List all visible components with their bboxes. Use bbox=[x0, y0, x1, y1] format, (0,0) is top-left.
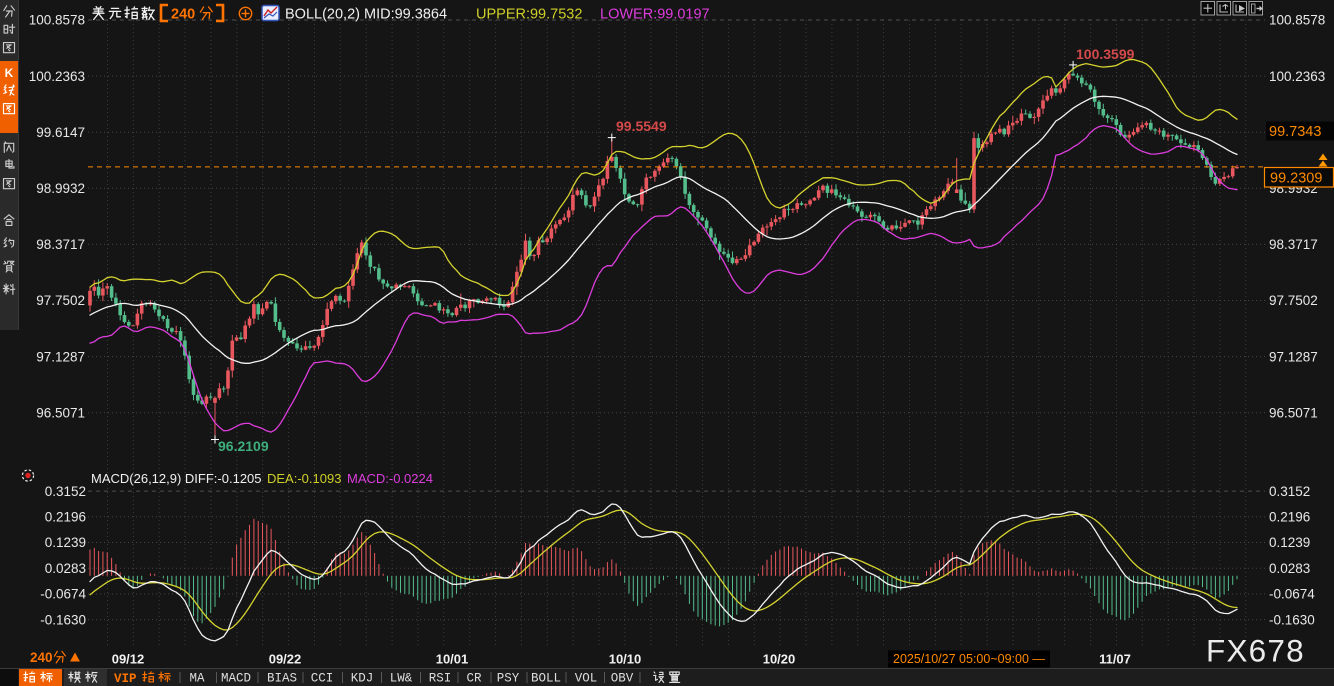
svg-text:CR: CR bbox=[466, 672, 482, 686]
svg-text:-0.0674: -0.0674 bbox=[1269, 587, 1315, 602]
svg-text:100.2363: 100.2363 bbox=[29, 69, 85, 84]
svg-text:0.3152: 0.3152 bbox=[45, 484, 86, 499]
svg-text:10/20: 10/20 bbox=[763, 652, 796, 667]
svg-text:OBV: OBV bbox=[611, 672, 634, 686]
svg-text:RSI: RSI bbox=[429, 672, 452, 686]
svg-text:-0.0674: -0.0674 bbox=[40, 587, 86, 602]
svg-text:0.2196: 0.2196 bbox=[45, 510, 86, 525]
svg-text:100.8578: 100.8578 bbox=[29, 13, 85, 28]
svg-text:LW&: LW& bbox=[390, 672, 413, 686]
svg-text:99.6147: 99.6147 bbox=[36, 125, 85, 140]
svg-text:0.3152: 0.3152 bbox=[1269, 484, 1310, 499]
svg-text:KDJ: KDJ bbox=[351, 672, 374, 686]
svg-text:VIP: VIP bbox=[114, 672, 137, 686]
svg-text:0.1239: 0.1239 bbox=[1269, 535, 1310, 550]
svg-text:09/22: 09/22 bbox=[269, 652, 302, 667]
svg-text:BOLL(20,2) MID:99.3864: BOLL(20,2) MID:99.3864 bbox=[285, 7, 447, 23]
svg-text:96.5071: 96.5071 bbox=[36, 405, 85, 420]
svg-text:99.5549: 99.5549 bbox=[616, 118, 667, 134]
svg-text:97.1287: 97.1287 bbox=[1269, 349, 1318, 364]
svg-text:96.5071: 96.5071 bbox=[1269, 405, 1318, 420]
svg-text:100.3599: 100.3599 bbox=[1076, 46, 1135, 62]
svg-text:10/01: 10/01 bbox=[436, 652, 469, 667]
svg-text:UPPER:99.7532: UPPER:99.7532 bbox=[476, 7, 582, 23]
svg-text:240: 240 bbox=[171, 7, 195, 23]
svg-text:97.1287: 97.1287 bbox=[36, 349, 85, 364]
svg-text:BIAS: BIAS bbox=[267, 672, 297, 686]
svg-text:2025/10/27 05:00~09:00 —: 2025/10/27 05:00~09:00 — bbox=[893, 652, 1045, 666]
svg-text:09/12: 09/12 bbox=[112, 652, 145, 667]
svg-text:MACD(26,12,9) DIFF:-0.1205: MACD(26,12,9) DIFF:-0.1205 bbox=[91, 471, 262, 486]
svg-text:MA: MA bbox=[189, 672, 205, 686]
svg-text:LOWER:99.0197: LOWER:99.0197 bbox=[600, 7, 710, 23]
svg-text:MACD:-0.0224: MACD:-0.0224 bbox=[347, 471, 433, 486]
svg-text:99.7343: 99.7343 bbox=[1269, 124, 1321, 140]
svg-text:-0.1630: -0.1630 bbox=[1269, 612, 1315, 627]
svg-text:98.3717: 98.3717 bbox=[36, 237, 85, 252]
svg-text:0.0283: 0.0283 bbox=[1269, 561, 1310, 576]
svg-text:FX678: FX678 bbox=[1206, 633, 1305, 669]
svg-text:-0.1630: -0.1630 bbox=[40, 612, 86, 627]
svg-text:98.9932: 98.9932 bbox=[36, 181, 85, 196]
svg-text:0.1239: 0.1239 bbox=[45, 535, 86, 550]
svg-text:11/07: 11/07 bbox=[1099, 652, 1131, 667]
svg-text:97.7502: 97.7502 bbox=[1269, 293, 1318, 308]
svg-text:0.0283: 0.0283 bbox=[45, 561, 86, 576]
svg-text:99.2309: 99.2309 bbox=[1270, 171, 1322, 187]
svg-text:100.8578: 100.8578 bbox=[1269, 13, 1325, 28]
svg-text:96.2109: 96.2109 bbox=[218, 438, 269, 454]
svg-text:VOL: VOL bbox=[575, 672, 598, 686]
svg-text:10/10: 10/10 bbox=[609, 652, 642, 667]
svg-text:240: 240 bbox=[30, 650, 53, 665]
svg-text:K: K bbox=[5, 66, 14, 80]
svg-text:BOLL: BOLL bbox=[531, 672, 561, 686]
svg-text:MACD: MACD bbox=[221, 672, 251, 686]
svg-text:DEA:-0.1093: DEA:-0.1093 bbox=[267, 471, 341, 486]
svg-text:98.3717: 98.3717 bbox=[1269, 237, 1318, 252]
svg-text:CCI: CCI bbox=[311, 672, 334, 686]
svg-text:0.2196: 0.2196 bbox=[1269, 510, 1310, 525]
svg-text:100.2363: 100.2363 bbox=[1269, 69, 1325, 84]
svg-text:97.7502: 97.7502 bbox=[36, 293, 85, 308]
svg-text:PSY: PSY bbox=[497, 672, 520, 686]
